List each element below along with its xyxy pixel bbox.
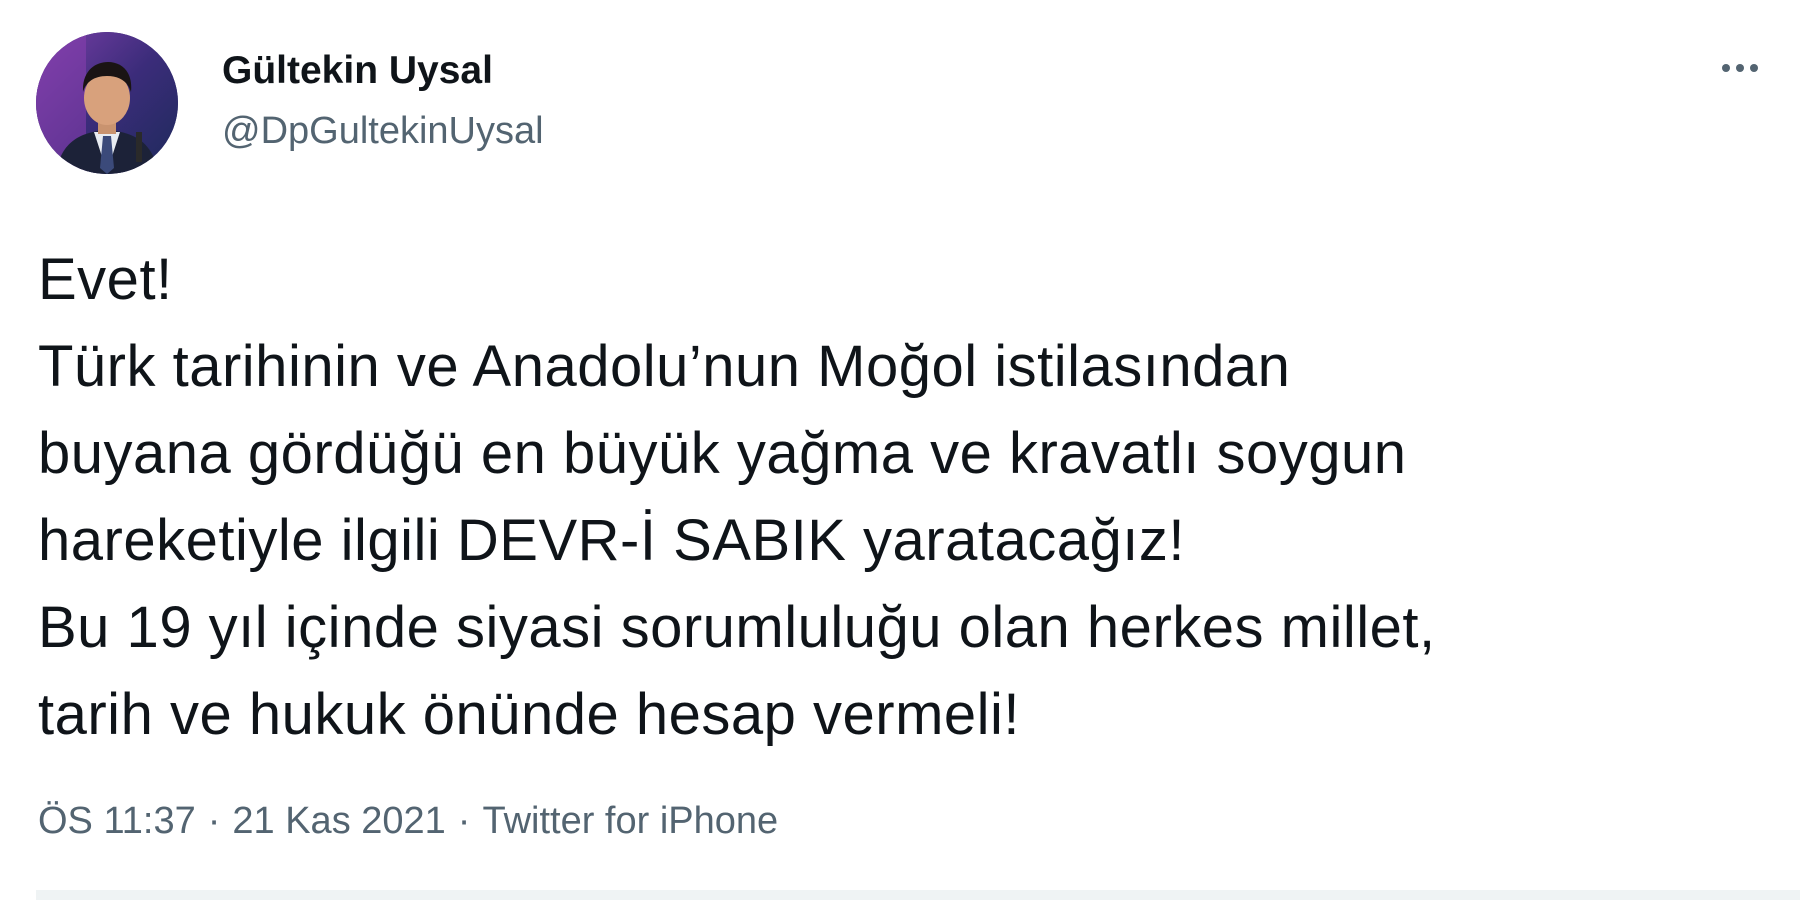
tweet-text-line: Evet! (38, 247, 173, 312)
avatar-image (36, 32, 178, 174)
meta-separator: · (207, 800, 221, 842)
more-horizontal-icon (1722, 64, 1730, 72)
tweet-text-line: buyana gördüğü en büyük yağma ve kravatl… (38, 421, 1407, 486)
display-name[interactable]: Gültekin Uysal (222, 46, 544, 96)
meta-separator: · (457, 800, 471, 842)
tweet-text-line: Bu 19 yıl içinde siyasi sorumluluğu olan… (38, 595, 1436, 660)
more-options-button[interactable] (1710, 48, 1770, 88)
tweet-text: Evet! Türk tarihinin ve Anadolu’nun Moğo… (38, 236, 1758, 758)
user-handle[interactable]: @DpGultekinUysal (222, 106, 544, 156)
divider (36, 890, 1800, 900)
tweet-time[interactable]: ÖS 11:37 (38, 800, 196, 842)
tweet-metadata: ÖS 11:37 · 21 Kas 2021 · Twitter for iPhone (38, 796, 778, 846)
tweet-text-line: hareketiyle ilgili DEVR-İ SABIK yarataca… (38, 508, 1185, 573)
tweet-card: Gültekin Uysal @DpGultekinUysal Evet! Tü… (0, 0, 1800, 900)
tweet-date[interactable]: 21 Kas 2021 (232, 800, 445, 842)
tweet-text-line: Türk tarihinin ve Anadolu’nun Moğol isti… (38, 334, 1291, 399)
more-horizontal-icon-dot (1736, 64, 1744, 72)
avatar[interactable] (36, 32, 178, 174)
author-info: Gültekin Uysal @DpGultekinUysal (222, 46, 544, 156)
tweet-source[interactable]: Twitter for iPhone (482, 800, 778, 842)
more-horizontal-icon-dot (1750, 64, 1758, 72)
tweet-text-line: tarih ve hukuk önünde hesap vermeli! (38, 682, 1021, 747)
